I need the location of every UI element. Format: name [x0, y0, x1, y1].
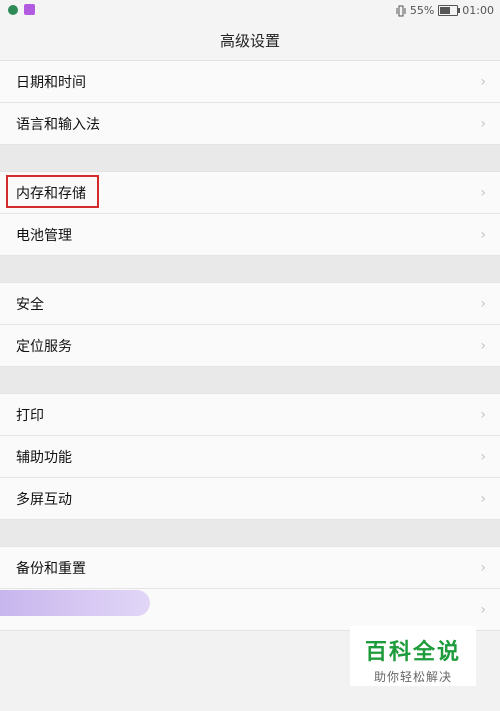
- settings-item-label: 日期和时间: [16, 74, 86, 91]
- settings-item-label: 备份和重置: [16, 560, 86, 577]
- group-divider: [0, 367, 500, 394]
- chevron-right-icon: ›: [480, 449, 486, 465]
- chevron-right-icon: ›: [480, 74, 486, 90]
- settings-item-label: 安全: [16, 296, 44, 313]
- chevron-right-icon: ›: [480, 602, 486, 618]
- settings-list: 日期和时间 › 语言和输入法 › 内存和存储 › 电池管理 › 安全 › 定位服…: [0, 61, 500, 631]
- watermark: 百科全说 助你轻松解决: [350, 626, 476, 686]
- watermark-title: 百科全说: [364, 640, 461, 665]
- settings-item-label: 定位服务: [16, 338, 72, 355]
- settings-item-multiscreen[interactable]: 多屏互动 ›: [0, 478, 500, 520]
- highlight-box: [6, 175, 99, 208]
- app-notification-icon: [8, 4, 18, 15]
- settings-item-backup-reset[interactable]: 备份和重置 ›: [0, 547, 500, 589]
- app-notification-icon-2: [24, 4, 35, 15]
- chevron-right-icon: ›: [480, 296, 486, 312]
- settings-item-label: 多屏互动: [16, 491, 72, 508]
- chevron-right-icon: ›: [480, 185, 486, 201]
- chevron-right-icon: ›: [480, 227, 486, 243]
- settings-item-battery[interactable]: 电池管理 ›: [0, 214, 500, 256]
- page-title: 高级设置: [0, 22, 500, 61]
- battery-icon: [438, 5, 461, 16]
- status-right: 55% 01:00: [396, 4, 494, 17]
- settings-item-date-time[interactable]: 日期和时间 ›: [0, 61, 500, 103]
- status-bar: 55% 01:00: [0, 0, 500, 22]
- settings-item-label: 语言和输入法: [16, 116, 100, 133]
- clock: 01:00: [462, 4, 494, 17]
- chevron-right-icon: ›: [480, 338, 486, 354]
- settings-item-label: 辅助功能: [16, 449, 72, 466]
- group-divider: [0, 145, 500, 172]
- notification-icons: [8, 4, 35, 15]
- settings-item-print[interactable]: 打印 ›: [0, 394, 500, 436]
- settings-item-label: 打印: [16, 407, 44, 424]
- settings-item-language-input[interactable]: 语言和输入法 ›: [0, 103, 500, 145]
- settings-item-security[interactable]: 安全 ›: [0, 283, 500, 325]
- chevron-right-icon: ›: [480, 560, 486, 576]
- settings-item-location[interactable]: 定位服务 ›: [0, 325, 500, 367]
- watermark-subtitle: 助你轻松解决: [373, 670, 452, 684]
- battery-percent: 55%: [409, 4, 435, 17]
- settings-item-accessibility[interactable]: 辅助功能 ›: [0, 436, 500, 478]
- chevron-right-icon: ›: [480, 116, 486, 132]
- group-divider: [0, 520, 500, 547]
- vibrate-icon: [396, 5, 406, 16]
- chevron-right-icon: ›: [480, 407, 486, 423]
- chevron-right-icon: ›: [480, 491, 486, 507]
- settings-item-label: 电池管理: [16, 227, 72, 244]
- group-divider: [0, 256, 500, 283]
- redaction-smudge: [0, 590, 150, 616]
